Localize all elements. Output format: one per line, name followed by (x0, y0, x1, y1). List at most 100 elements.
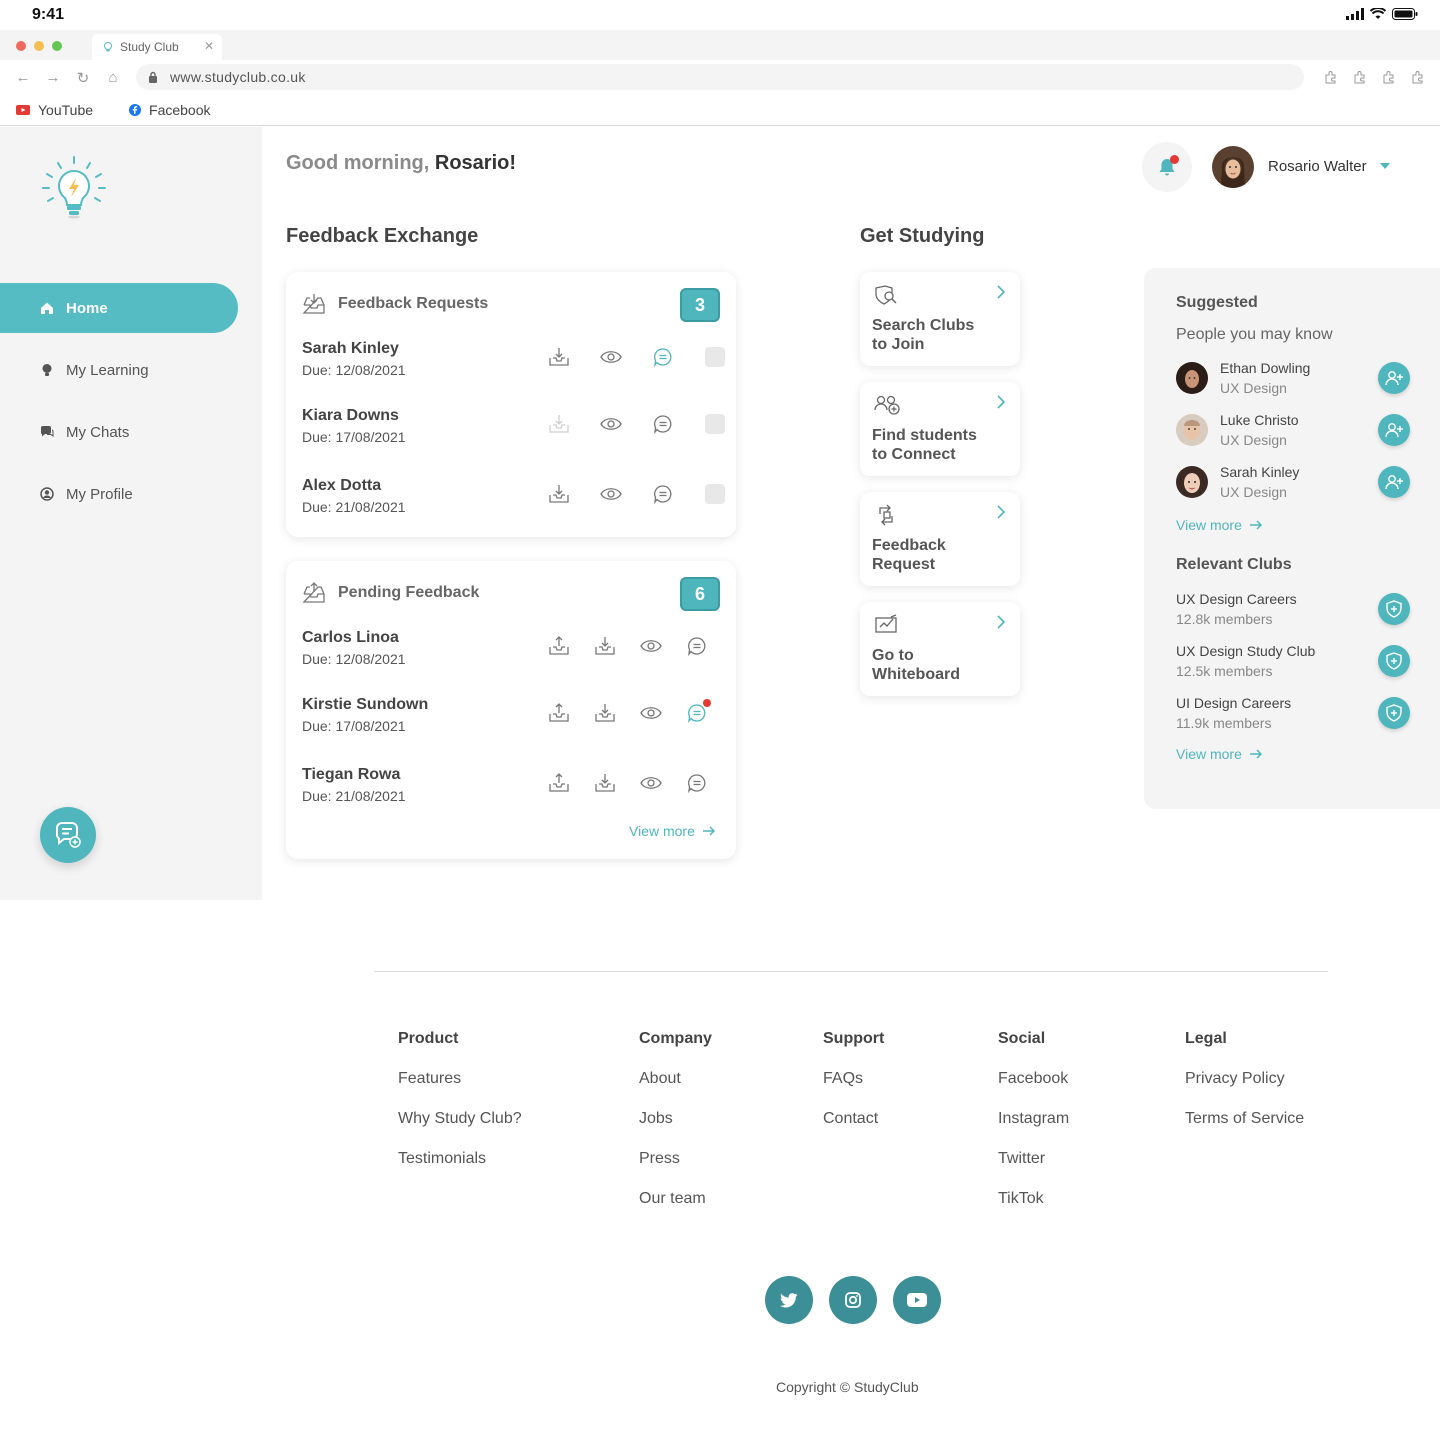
checkbox[interactable] (705, 414, 725, 434)
reload-icon[interactable]: ↻ (74, 69, 92, 87)
pending-feedback-row[interactable]: Carlos Linoa Due: 12/08/2021 (302, 629, 722, 679)
minimize-window-button[interactable] (34, 41, 44, 51)
upload-button[interactable] (548, 635, 570, 657)
youtube-button[interactable] (893, 1276, 941, 1324)
feedback-request-row[interactable]: Sarah Kinley Due: 12/08/2021 (302, 340, 725, 390)
extension-icon[interactable] (1323, 69, 1339, 85)
extension-icon[interactable] (1381, 69, 1397, 85)
notifications-button[interactable] (1142, 142, 1192, 192)
view-button[interactable] (600, 483, 622, 505)
relevant-club[interactable]: UX Design Careers 12.8k members (1176, 591, 1410, 631)
download-button[interactable] (548, 346, 570, 368)
user-name[interactable]: Rosario Walter (1268, 158, 1367, 175)
sidebar-item-my-profile[interactable]: My Profile (0, 469, 238, 519)
comment-button[interactable] (652, 346, 674, 368)
checkbox[interactable] (705, 484, 725, 504)
footer-link[interactable]: Testimonials (398, 1150, 522, 1168)
suggested-person[interactable]: Sarah Kinley UX Design (1176, 464, 1410, 504)
study-club-logo[interactable] (40, 155, 108, 221)
footer-link[interactable]: Features (398, 1070, 522, 1088)
view-more-link[interactable]: View more (629, 823, 715, 839)
footer-link[interactable]: Facebook (998, 1070, 1069, 1088)
instagram-icon (845, 1292, 861, 1308)
download-button[interactable] (594, 772, 616, 794)
tile-feedback-request[interactable]: Feedback Request (860, 492, 1020, 586)
add-friend-button[interactable] (1378, 466, 1410, 498)
comment-button[interactable] (686, 635, 708, 657)
suggested-panel: Suggested People you may know Ethan Dowl… (1144, 268, 1440, 809)
download-button[interactable] (548, 483, 570, 505)
suggested-person[interactable]: Luke Christo UX Design (1176, 412, 1410, 452)
forward-icon[interactable]: → (44, 69, 62, 87)
upload-button[interactable] (548, 702, 570, 724)
view-button[interactable] (640, 702, 662, 724)
join-club-button[interactable] (1378, 593, 1410, 625)
select-checkbox[interactable] (704, 483, 726, 505)
footer-link[interactable]: Twitter (998, 1150, 1069, 1168)
upload-button[interactable] (548, 772, 570, 794)
tile-search-clubs[interactable]: Search Clubs to Join (860, 272, 1020, 366)
comment-button[interactable] (686, 772, 708, 794)
tile-whiteboard[interactable]: Go to Whiteboard (860, 602, 1020, 696)
sidebar-item-my-chats[interactable]: My Chats (0, 407, 238, 457)
footer-link[interactable]: About (639, 1070, 712, 1088)
pending-feedback-row[interactable]: Tiegan Rowa Due: 21/08/2021 (302, 766, 722, 816)
feedback-request-row[interactable]: Kiara Downs Due: 17/08/2021 (302, 407, 725, 457)
relevant-club[interactable]: UI Design Careers 11.9k members (1176, 695, 1410, 735)
sidebar-item-home[interactable]: Home (0, 283, 238, 333)
bookmark-label: Facebook (149, 101, 211, 118)
footer-link[interactable]: TikTok (998, 1190, 1069, 1208)
avatar[interactable] (1212, 146, 1254, 188)
pending-feedback-row[interactable]: Kirstie Sundown Due: 17/08/2021 (302, 696, 722, 746)
maximize-window-button[interactable] (52, 41, 62, 51)
chevron-down-icon[interactable] (1380, 163, 1390, 169)
tile-find-students[interactable]: Find students to Connect (860, 382, 1020, 476)
upload-icon (549, 703, 569, 722)
browser-tab[interactable]: Study Club ✕ (92, 34, 222, 60)
feedback-request-row[interactable]: Alex Dotta Due: 21/08/2021 (302, 477, 725, 527)
footer-link[interactable]: Instagram (998, 1110, 1069, 1128)
footer-link[interactable]: Why Study Club? (398, 1110, 522, 1128)
select-checkbox[interactable] (704, 346, 726, 368)
sidebar-item-my-learning[interactable]: My Learning (0, 345, 238, 395)
home-browser-icon[interactable]: ⌂ (104, 69, 122, 87)
close-window-button[interactable] (16, 41, 26, 51)
download-button[interactable] (594, 702, 616, 724)
footer-link[interactable]: Privacy Policy (1185, 1070, 1304, 1088)
comment-button[interactable] (686, 699, 711, 724)
extension-icon[interactable] (1352, 69, 1368, 85)
join-club-button[interactable] (1378, 697, 1410, 729)
footer-link[interactable]: Terms of Service (1185, 1110, 1304, 1128)
view-button[interactable] (600, 346, 622, 368)
select-checkbox[interactable] (704, 413, 726, 435)
footer-link[interactable]: FAQs (823, 1070, 884, 1088)
bookmark-youtube[interactable]: YouTube (16, 102, 93, 118)
footer-link[interactable]: Press (639, 1150, 712, 1168)
footer-link[interactable]: Our team (639, 1190, 712, 1208)
extension-icon[interactable] (1410, 69, 1426, 85)
view-button[interactable] (600, 413, 622, 435)
join-club-button[interactable] (1378, 645, 1410, 677)
view-button[interactable] (640, 772, 662, 794)
relevant-club[interactable]: UX Design Study Club 12.5k members (1176, 643, 1410, 683)
clubs-view-more-link[interactable]: View more (1176, 746, 1262, 762)
new-chat-button[interactable] (40, 807, 96, 863)
footer-link[interactable]: Jobs (639, 1110, 712, 1128)
suggested-person[interactable]: Ethan Dowling UX Design (1176, 360, 1410, 400)
comment-button[interactable] (652, 413, 674, 435)
add-friend-button[interactable] (1378, 414, 1410, 446)
add-friend-button[interactable] (1378, 362, 1410, 394)
bookmark-facebook[interactable]: Facebook (129, 101, 211, 118)
twitter-button[interactable] (765, 1276, 813, 1324)
people-view-more-link[interactable]: View more (1176, 517, 1262, 533)
close-tab-icon[interactable]: ✕ (204, 39, 214, 53)
view-button[interactable] (640, 635, 662, 657)
footer-link[interactable]: Contact (823, 1110, 884, 1128)
url-input[interactable]: www.studyclub.co.uk (136, 64, 1304, 90)
checkbox[interactable] (705, 347, 725, 367)
download-button[interactable] (594, 635, 616, 657)
instagram-button[interactable] (829, 1276, 877, 1324)
download-button[interactable] (548, 413, 570, 435)
back-icon[interactable]: ← (14, 69, 32, 87)
comment-button[interactable] (652, 483, 674, 505)
